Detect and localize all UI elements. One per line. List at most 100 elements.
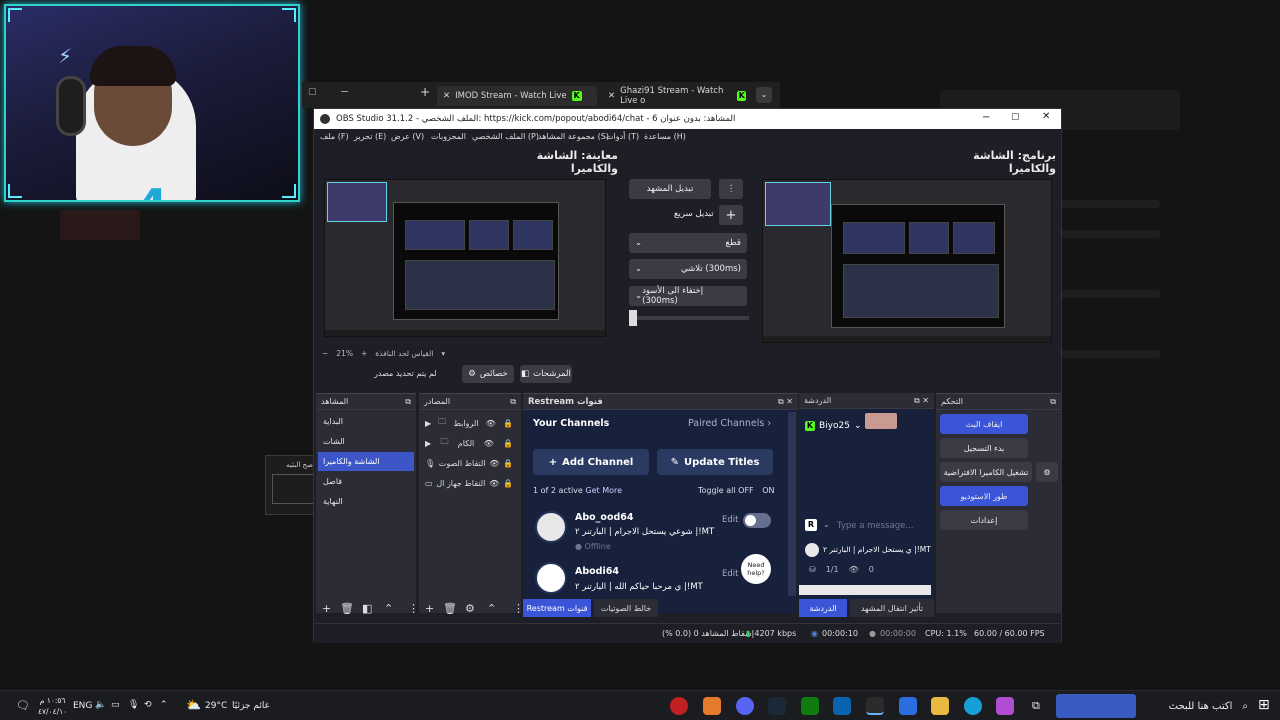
transition-slider-track[interactable]: [629, 316, 749, 320]
chevron-up-icon[interactable]: ⌃: [487, 602, 496, 615]
source-row[interactable]: ▶ 🗀 الكام 👁 🔒: [425, 434, 513, 452]
zoom-out-icon[interactable]: −: [322, 349, 328, 358]
volume-icon[interactable]: 🔈: [95, 700, 106, 710]
eye-icon[interactable]: 👁: [484, 439, 494, 448]
scene-item[interactable]: النهاية: [318, 492, 414, 511]
need-help-button[interactable]: Need help?: [741, 554, 771, 584]
add-source-icon[interactable]: +: [425, 602, 434, 615]
chevron-down-icon[interactable]: ⌄: [756, 87, 772, 103]
chevron-up-icon[interactable]: ⌃: [160, 700, 168, 710]
close-icon[interactable]: ✕: [443, 91, 450, 101]
add-scene-icon[interactable]: +: [322, 602, 331, 615]
zoom-in-icon[interactable]: +: [361, 349, 367, 358]
notification-icon[interactable]: 🗨: [16, 699, 30, 712]
edge-icon[interactable]: [964, 697, 982, 715]
gear-icon[interactable]: ⚙: [1036, 462, 1058, 482]
undock-icon[interactable]: ⧉: [1050, 397, 1056, 407]
tab-imod[interactable]: ✕ IMOD Stream - Watch Live K: [437, 86, 597, 106]
windows-start-icon[interactable]: ⊞: [1258, 697, 1270, 713]
undock-icon[interactable]: ⧉: [405, 397, 411, 407]
expand-icon[interactable]: ▶: [425, 419, 431, 428]
lock-icon[interactable]: 🔒: [503, 459, 513, 468]
copilot-icon[interactable]: [996, 697, 1014, 715]
menu-edit[interactable]: تحرير (E): [354, 132, 386, 141]
scene-item-selected[interactable]: الشاشة والكاميرا: [318, 452, 414, 471]
folder-icon[interactable]: [931, 697, 949, 715]
add-channel-button[interactable]: + Add Channel: [533, 449, 649, 475]
tab-scene-transitions[interactable]: تأثير انتقال المشهد: [850, 599, 934, 617]
window-icon[interactable]: ▢: [308, 87, 317, 97]
more-icon[interactable]: ⋮: [719, 179, 743, 199]
eye-icon[interactable]: 👁: [489, 479, 499, 488]
store-icon[interactable]: [899, 697, 917, 715]
chevron-down-icon[interactable]: ⌄: [823, 520, 830, 529]
discord-icon[interactable]: [736, 697, 754, 715]
preview-canvas[interactable]: [324, 179, 606, 337]
eye-icon[interactable]: 👁: [486, 419, 496, 428]
toggle-all[interactable]: Toggle all OFF ON: [698, 486, 774, 495]
tab-restream[interactable]: Restream قنوات: [523, 599, 591, 617]
transition-fade-black-select[interactable]: ⌄ إختفاء الى الأسود (300ms): [629, 286, 747, 306]
scene-item[interactable]: الشات: [318, 432, 414, 451]
transition-fade-select[interactable]: ⌄ تلاشي (300ms): [629, 259, 747, 279]
filter-icon[interactable]: ◧: [362, 602, 372, 615]
filters-button[interactable]: ◧ المرشحات: [520, 365, 572, 383]
language-indicator[interactable]: ENG: [73, 701, 92, 711]
tab-audio-mixer[interactable]: خالط الصوتيات: [594, 599, 658, 617]
outlook-icon[interactable]: [833, 697, 851, 715]
channel-toggle[interactable]: [743, 513, 771, 528]
undock-icon[interactable]: ⧉ ✕: [914, 396, 929, 406]
settings-button[interactable]: إعدادات: [940, 510, 1028, 530]
scene-transition-button[interactable]: تبديل المشهد: [629, 179, 711, 199]
add-transition-icon[interactable]: +: [719, 205, 743, 225]
chat-user[interactable]: K Biyo25 ⌄: [805, 421, 862, 431]
gear-icon[interactable]: ⚙: [465, 602, 475, 615]
chevron-up-icon[interactable]: ⌃: [384, 602, 393, 615]
chevron-down-icon[interactable]: ▾: [441, 349, 445, 358]
scene-item[interactable]: البداية: [318, 412, 414, 431]
chat-input[interactable]: Type a message...: [837, 518, 931, 534]
steam-icon[interactable]: [768, 697, 786, 715]
source-row[interactable]: 🎙 التقاط الصوت 👁 🔒: [425, 454, 513, 472]
task-view-icon[interactable]: ⧉: [1032, 699, 1040, 713]
clock[interactable]: ١٠:٥٦ م ٤٧/٠٤/١٠: [38, 695, 67, 717]
app-icon[interactable]: [703, 697, 721, 715]
source-row[interactable]: ▭ التقاط جهاز ال 👁 🔒: [425, 474, 513, 492]
menu-docks[interactable]: المحزوبات: [431, 132, 466, 141]
chat-scrollbar[interactable]: [799, 585, 931, 595]
more-icon[interactable]: ⋮: [408, 602, 419, 615]
source-row[interactable]: ▶ 🗀 الروابط 👁 🔒: [425, 414, 513, 432]
edit-channel-link[interactable]: Edit: [722, 515, 738, 525]
update-titles-button[interactable]: ✎ Update Titles: [657, 449, 773, 475]
studio-mode-button[interactable]: طور الاستوديو: [940, 486, 1028, 506]
microphone-icon[interactable]: 🎙: [128, 700, 139, 710]
app-icon[interactable]: [670, 697, 688, 715]
scrollbar[interactable]: [788, 412, 796, 596]
expand-icon[interactable]: ▶: [425, 439, 431, 448]
close-icon[interactable]: ✕: [608, 91, 615, 101]
get-more-link[interactable]: Get More: [585, 486, 622, 495]
taskbar-search[interactable]: اكتب هنا للبحث ⌕: [1140, 695, 1248, 717]
lock-icon[interactable]: 🔒: [503, 439, 513, 448]
maximize-icon[interactable]: ▢: [1011, 112, 1020, 122]
transition-cut-select[interactable]: ⌄ قطع: [629, 233, 747, 253]
weather-temp[interactable]: 29°C: [205, 701, 227, 711]
obs-app-icon[interactable]: [866, 697, 884, 715]
undock-icon[interactable]: ⧉: [510, 397, 516, 407]
transition-slider-handle[interactable]: [629, 310, 637, 326]
paired-channels-link[interactable]: Paired Channels ›: [688, 418, 771, 429]
stop-stream-button[interactable]: ايقاف البث: [940, 414, 1028, 434]
properties-button[interactable]: ⚙ خصائص: [462, 365, 514, 383]
eye-icon[interactable]: 👁: [489, 459, 499, 468]
undock-icon[interactable]: ⧉ ✕: [778, 397, 793, 407]
weather-text[interactable]: غائم جزئيًا: [232, 701, 269, 711]
start-record-button[interactable]: بدء التسجيل: [940, 438, 1028, 458]
menu-view[interactable]: عرض (V): [391, 132, 424, 141]
menu-file[interactable]: ملف (F): [320, 132, 349, 141]
tab-chat[interactable]: الدردشة: [799, 599, 847, 617]
menu-help[interactable]: مساعدة (H): [644, 132, 686, 141]
xbox-icon[interactable]: [801, 697, 819, 715]
menu-profile[interactable]: الملف الشخصي (P): [472, 132, 539, 141]
tab-ghazi[interactable]: ✕ Ghazi91 Stream - Watch Live o K: [602, 86, 752, 106]
minimize-icon[interactable]: −: [982, 112, 990, 123]
